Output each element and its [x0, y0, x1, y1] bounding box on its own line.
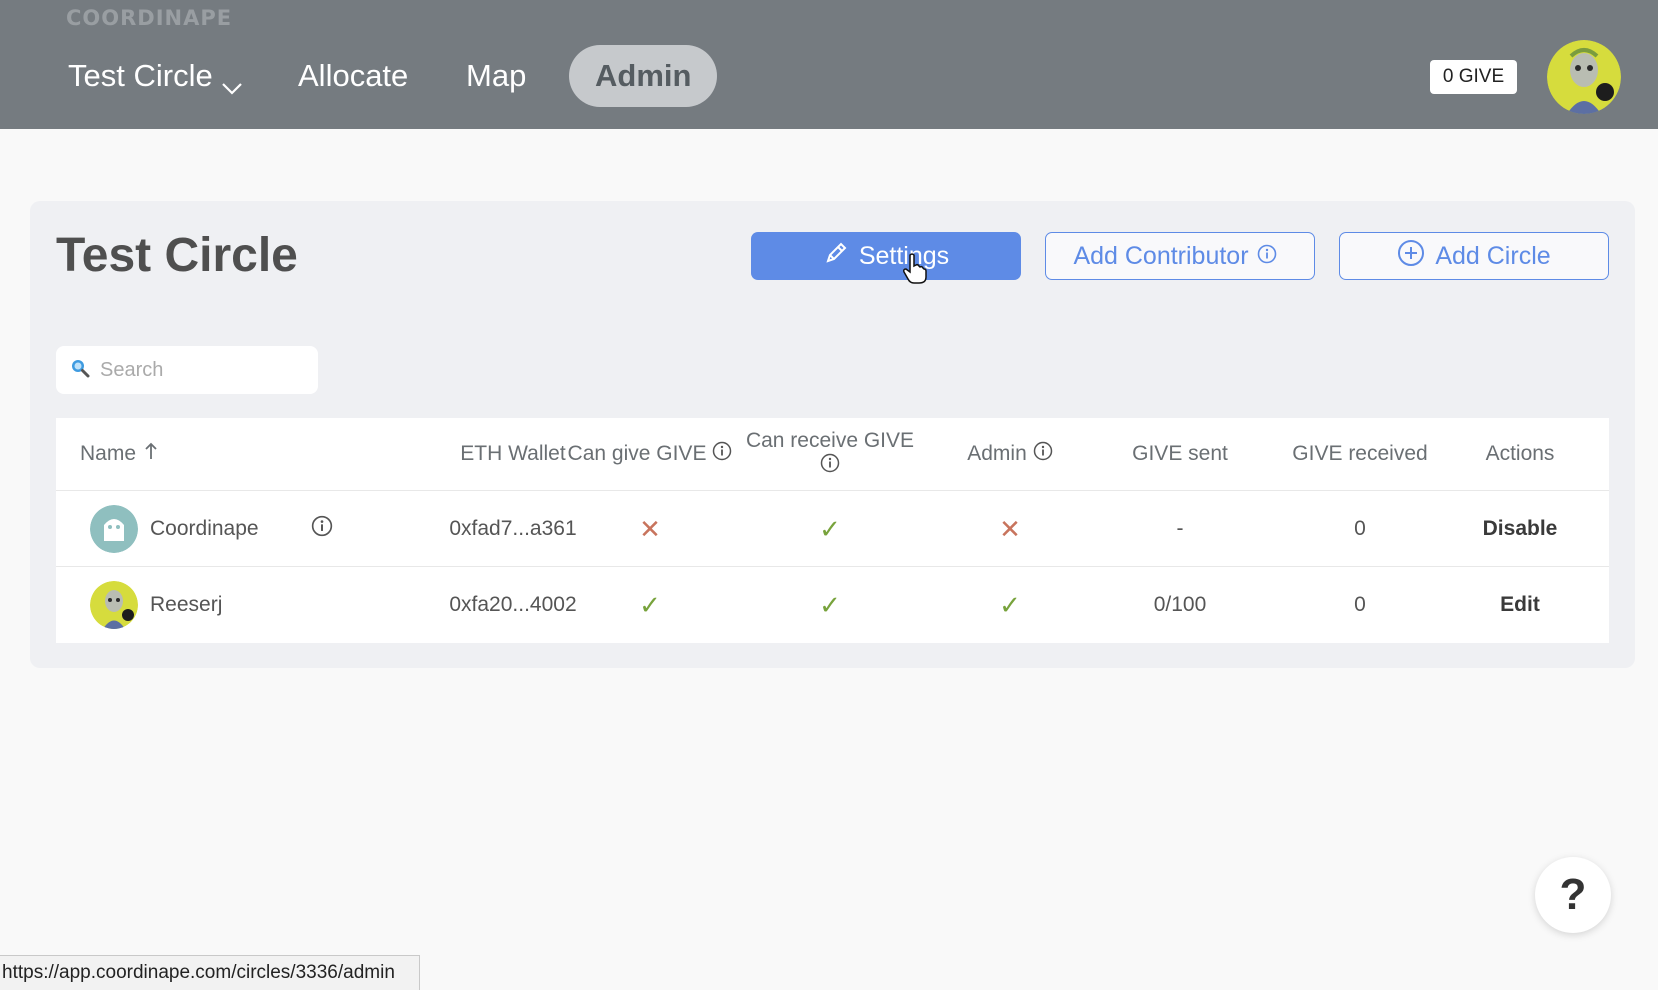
- nav-admin[interactable]: Admin: [569, 45, 718, 107]
- avatar: [90, 581, 138, 629]
- member-name-cell: Coordinape: [90, 491, 333, 567]
- disable-button[interactable]: Disable: [1450, 491, 1590, 567]
- give-sent-value: -: [1176, 517, 1184, 540]
- user-avatar[interactable]: [1547, 40, 1621, 114]
- column-header-can-give[interactable]: Can give GIVE: [550, 418, 750, 490]
- add-contributor-label: Add Contributor: [1073, 241, 1249, 270]
- help-button[interactable]: ?: [1535, 857, 1611, 933]
- table-row: Coordinape 0xfad7...a361 ✕ ✓ ✕ - 0 Disab…: [56, 490, 1609, 566]
- search-input[interactable]: [100, 358, 300, 382]
- hand-cursor-icon: [902, 253, 928, 290]
- app-logo[interactable]: COORDINAPE: [66, 6, 232, 30]
- table-row: Reeserj 0xfa20...4002 ✓ ✓ ✓ 0/100 0 Edit: [56, 566, 1609, 642]
- info-icon[interactable]: [1257, 242, 1287, 271]
- give-received-value: 0: [1354, 593, 1366, 616]
- status-bar-url: https://app.coordinape.com/circles/3336/…: [0, 955, 420, 990]
- column-header-can-receive-label: Can receive GIVE: [745, 429, 915, 452]
- add-circle-label: Add Circle: [1435, 241, 1551, 270]
- add-contributor-button[interactable]: Add Contributor: [1045, 232, 1315, 280]
- give-sent-value: 0/100: [1153, 593, 1207, 616]
- circle-selector[interactable]: Test Circle: [68, 45, 243, 107]
- checkmark-icon: ✓: [999, 589, 1021, 620]
- info-icon[interactable]: [820, 453, 840, 479]
- column-header-name[interactable]: Name: [80, 418, 158, 490]
- column-header-actions: Actions: [1485, 442, 1555, 465]
- column-header-give-received[interactable]: GIVE received: [1270, 418, 1450, 490]
- chevron-down-icon: [221, 68, 243, 95]
- edit-button[interactable]: Edit: [1450, 567, 1590, 643]
- column-header-admin-label: Admin: [967, 442, 1027, 465]
- search-box: [56, 346, 318, 394]
- search-icon: [70, 358, 90, 383]
- nav-map[interactable]: Map: [466, 45, 526, 107]
- give-balance-badge[interactable]: 0 GIVE: [1430, 60, 1517, 94]
- pencil-icon: [823, 240, 859, 273]
- column-header-can-give-label: Can give GIVE: [567, 442, 707, 465]
- column-header-admin[interactable]: Admin: [930, 418, 1090, 490]
- settings-button[interactable]: Settings: [751, 232, 1021, 280]
- add-circle-button[interactable]: Add Circle: [1339, 232, 1609, 280]
- page-title: Test Circle: [56, 229, 298, 282]
- member-name: Coordinape: [150, 517, 259, 540]
- column-header-can-receive[interactable]: Can receive GIVE: [730, 418, 930, 490]
- top-nav-bar: COORDINAPE Test Circle Allocate Map Admi…: [0, 0, 1658, 129]
- member-name-cell: Reeserj: [90, 567, 222, 643]
- circle-selector-label: Test Circle: [68, 58, 213, 93]
- member-name: Reeserj: [150, 593, 223, 616]
- members-table: Name ETH Wallet Can give GIVE Can receiv…: [56, 418, 1609, 643]
- info-icon[interactable]: [1033, 441, 1053, 467]
- checkmark-icon: ✓: [819, 589, 841, 620]
- checkmark-icon: ✓: [639, 589, 661, 620]
- x-mark-icon: ✕: [999, 513, 1021, 544]
- checkmark-icon: ✓: [819, 513, 841, 544]
- column-header-give-sent[interactable]: GIVE sent: [1090, 418, 1270, 490]
- nav-allocate[interactable]: Allocate: [298, 45, 408, 107]
- avatar: [90, 505, 138, 553]
- x-mark-icon: ✕: [639, 513, 661, 544]
- column-header-name-label: Name: [80, 442, 137, 465]
- sort-arrow-up-icon: [144, 442, 158, 466]
- plus-circle-icon: [1397, 239, 1435, 274]
- info-icon[interactable]: [311, 515, 333, 543]
- give-received-value: 0: [1354, 517, 1366, 540]
